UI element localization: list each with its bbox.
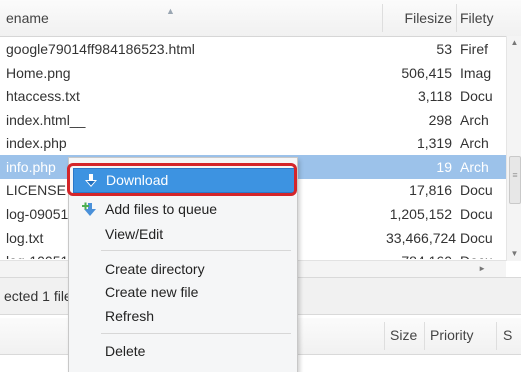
file-name: google79014ff984186523.html: [6, 41, 195, 57]
file-type: Docu: [460, 230, 493, 246]
queue-column-priority[interactable]: Priority: [430, 327, 474, 343]
scroll-right-icon[interactable]: ►: [478, 261, 486, 277]
menu-separator: [101, 250, 291, 251]
column-divider[interactable]: [382, 4, 383, 32]
file-size: 3,118: [418, 88, 452, 104]
file-type: Arch: [460, 112, 489, 128]
file-name: Home.png: [6, 65, 71, 81]
file-row[interactable]: htaccess.txt 3,118 Docu: [0, 84, 506, 108]
file-browser-pane: ▲ ename Filesize Filety google79014ff984…: [0, 0, 521, 372]
file-size: 1,319: [416, 135, 452, 151]
file-name: index.html__: [6, 112, 86, 128]
file-size: 1,205,152: [389, 206, 452, 222]
file-type: Docu: [460, 182, 493, 198]
queue-column-size[interactable]: Size: [390, 327, 417, 343]
column-divider[interactable]: [384, 322, 385, 350]
column-divider[interactable]: [496, 322, 497, 350]
file-row[interactable]: Home.png 506,415 Imag: [0, 61, 506, 85]
annotation-highlight: [67, 163, 297, 196]
file-type: Docu: [460, 249, 506, 259]
file-type: Docu: [460, 88, 493, 104]
file-size: 298: [428, 112, 452, 128]
file-size: 506,415: [401, 65, 452, 81]
scroll-down-icon[interactable]: ▼: [507, 247, 521, 261]
queue-column-status[interactable]: S: [503, 327, 512, 343]
menu-item-create-new-file[interactable]: Create new file: [73, 281, 293, 304]
file-size: 784,160: [386, 249, 452, 259]
file-type: Imag: [460, 65, 492, 81]
add-to-queue-icon: [82, 202, 96, 216]
file-type: Docu: [460, 206, 493, 222]
file-name: log-100517: [6, 249, 76, 259]
file-size: 33,466,724: [386, 230, 457, 246]
file-size: 19: [436, 159, 452, 175]
scrollbar-thumb[interactable]: ≡: [509, 156, 521, 204]
file-type: Arch: [460, 135, 489, 151]
file-type: Firef: [460, 41, 488, 57]
menu-item-add-files-to-queue[interactable]: Add files to queue: [73, 198, 293, 221]
file-row[interactable]: index.html__ 298 Arch: [0, 108, 506, 132]
menu-item-view-edit[interactable]: View/Edit: [73, 223, 293, 246]
column-divider[interactable]: [424, 322, 425, 350]
file-name: LICENSE: [6, 182, 66, 198]
file-name: log-09051: [6, 206, 69, 222]
grip-icon: ≡: [512, 170, 518, 180]
file-name: log.txt: [6, 230, 44, 246]
column-filetype[interactable]: Filety: [460, 0, 504, 36]
file-type: Arch: [460, 159, 489, 175]
menu-item-delete[interactable]: Delete: [73, 340, 293, 363]
file-name: htaccess.txt: [6, 88, 80, 104]
menu-item-create-directory[interactable]: Create directory: [73, 258, 293, 281]
column-filesize[interactable]: Filesize: [386, 0, 452, 36]
menu-item-refresh[interactable]: Refresh: [73, 305, 293, 328]
column-divider[interactable]: [456, 4, 457, 32]
vertical-scrollbar[interactable]: ▲ ≡ ▼: [506, 36, 521, 261]
column-filename[interactable]: ename: [6, 0, 386, 36]
file-name: index.php: [6, 135, 67, 151]
file-size: 53: [436, 41, 452, 57]
file-name: info.php: [6, 159, 56, 175]
file-list-header: ▲ ename Filesize Filety: [0, 0, 521, 37]
selection-status-text: ected 1 file: [4, 288, 72, 304]
file-size: 17,816: [409, 182, 452, 198]
scroll-up-icon[interactable]: ▲: [507, 36, 521, 50]
file-row[interactable]: google79014ff984186523.html 53 Firef: [0, 37, 506, 61]
file-row[interactable]: index.php 1,319 Arch: [0, 131, 506, 155]
menu-separator: [101, 333, 291, 334]
